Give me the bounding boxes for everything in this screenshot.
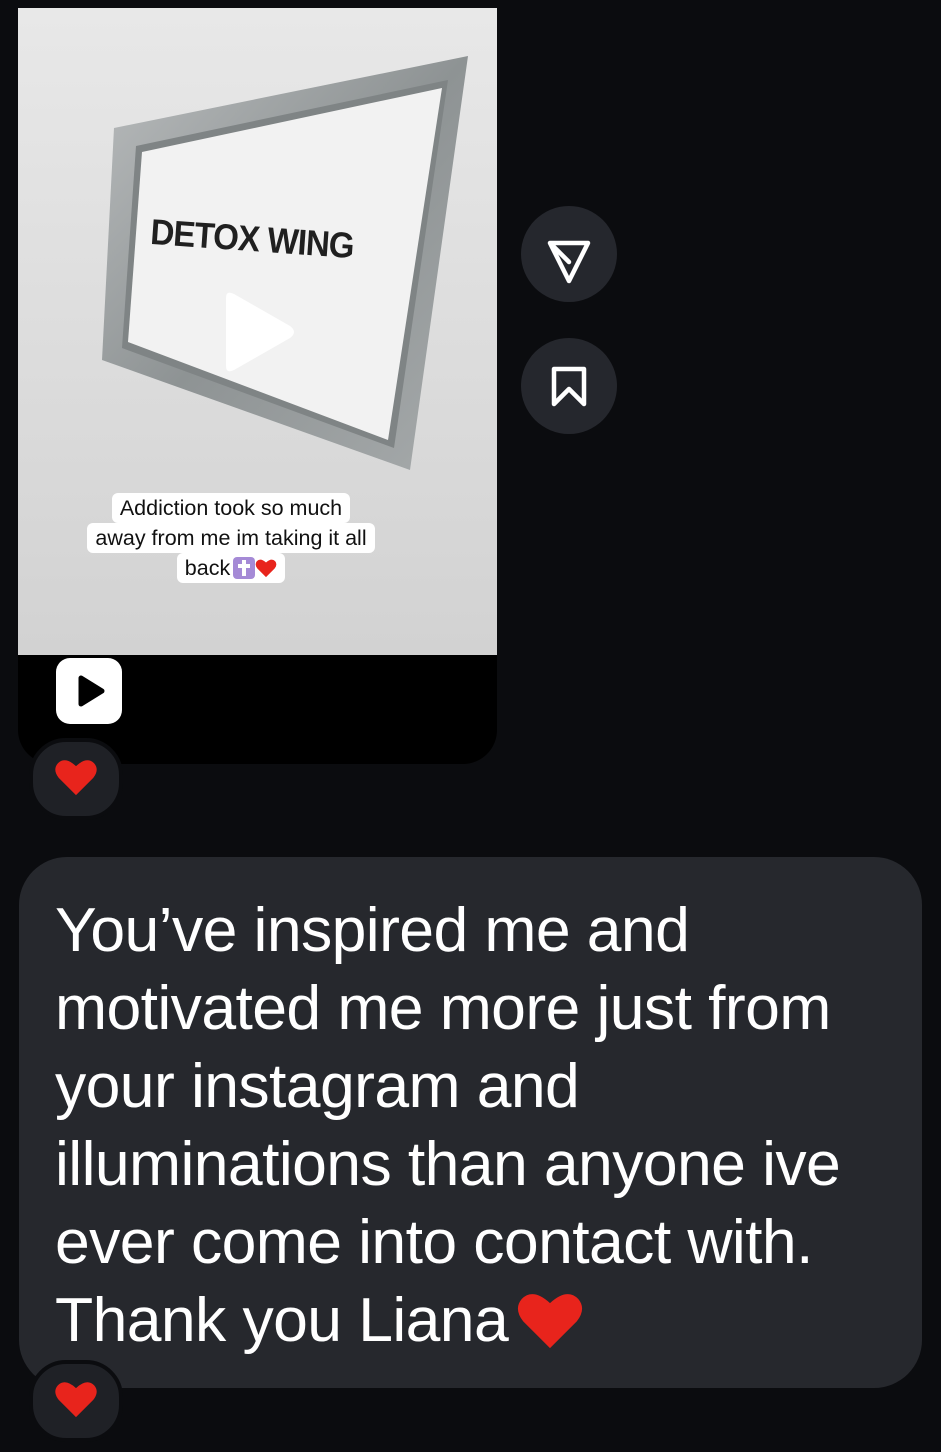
reel-thumbnail[interactable]: DETOX WING Addiction took so much away f… bbox=[18, 8, 497, 655]
paper-plane-icon bbox=[547, 240, 591, 284]
reel-caption: Addiction took so much away from me im t… bbox=[56, 493, 406, 583]
message-bubble[interactable]: You’ve inspired me and motivated me more… bbox=[19, 857, 922, 1388]
red-heart-icon bbox=[55, 760, 97, 796]
save-button[interactable] bbox=[521, 338, 617, 434]
heart-reaction[interactable] bbox=[29, 1360, 123, 1442]
red-heart-icon bbox=[518, 1294, 583, 1349]
caption-line-3-text: back bbox=[184, 556, 231, 580]
caption-line-2: away from me im taking it all bbox=[87, 523, 375, 553]
reel-play-icon[interactable] bbox=[56, 658, 122, 724]
red-heart-icon bbox=[255, 559, 277, 578]
message-body: You’ve inspired me and motivated me more… bbox=[55, 895, 841, 1355]
cross-emoji-icon bbox=[233, 557, 256, 579]
heart-reaction[interactable] bbox=[29, 738, 123, 820]
play-icon[interactable] bbox=[218, 290, 298, 374]
message-text: You’ve inspired me and motivated me more… bbox=[55, 891, 905, 1359]
caption-line-3: back bbox=[176, 553, 286, 583]
red-heart-icon bbox=[55, 1382, 97, 1418]
caption-line-1: Addiction took so much bbox=[111, 493, 351, 523]
shared-reel-card[interactable]: DETOX WING Addiction took so much away f… bbox=[18, 8, 497, 764]
share-button[interactable] bbox=[521, 206, 617, 302]
bookmark-icon bbox=[551, 366, 587, 407]
